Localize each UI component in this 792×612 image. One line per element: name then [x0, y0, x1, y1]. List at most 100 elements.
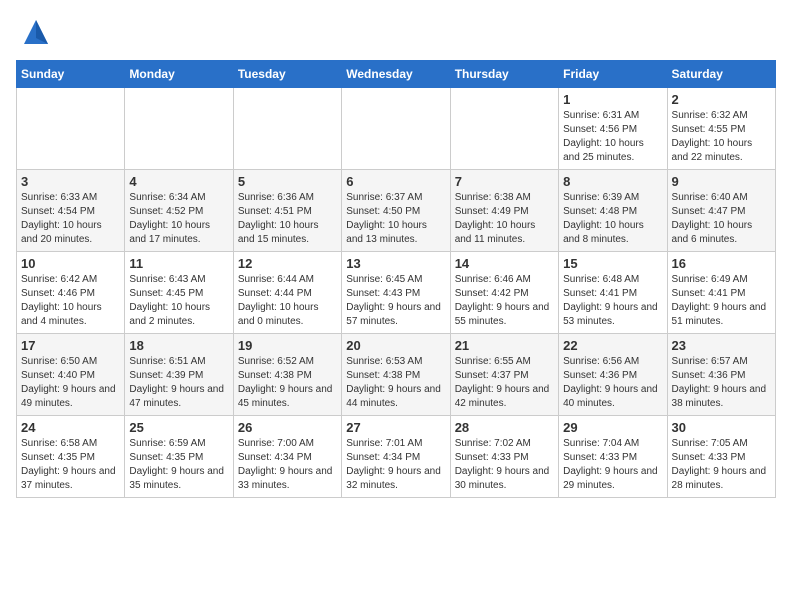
day-info: Sunrise: 6:43 AM Sunset: 4:45 PM Dayligh…	[129, 273, 228, 329]
day-number: 2	[672, 92, 771, 107]
day-cell: 25 Sunrise: 6:59 AM Sunset: 4:35 PM Dayli…	[125, 416, 233, 498]
day-number: 29	[563, 420, 662, 435]
day-cell	[125, 88, 233, 170]
day-cell: 26 Sunrise: 7:00 AM Sunset: 4:34 PM Dayli…	[233, 416, 341, 498]
day-cell: 10Sunrise: 6:42 AM Sunset: 4:46 PM Dayli…	[17, 252, 125, 334]
day-info: Sunrise: 6:52 AM Sunset: 4:38 PM Dayligh…	[238, 355, 337, 411]
day-number: 15	[563, 256, 662, 271]
day-cell: 4 Sunrise: 6:34 AM Sunset: 4:52 PM Daylig…	[125, 170, 233, 252]
day-cell: 18Sunrise: 6:51 AM Sunset: 4:39 PM Dayli…	[125, 334, 233, 416]
day-cell	[450, 88, 558, 170]
day-cell: 23 Sunrise: 6:57 AM Sunset: 4:36 PM Dayli…	[667, 334, 775, 416]
day-info: Sunrise: 6:59 AM Sunset: 4:35 PM Dayligh…	[129, 437, 228, 493]
day-cell: 3 Sunrise: 6:33 AM Sunset: 4:54 PM Daylig…	[17, 170, 125, 252]
day-number: 6	[346, 174, 445, 189]
day-number: 11	[129, 256, 228, 271]
day-cell: 8 Sunrise: 6:39 AM Sunset: 4:48 PM Daylig…	[559, 170, 667, 252]
day-cell: 14 Sunrise: 6:46 AM Sunset: 4:42 PM Dayli…	[450, 252, 558, 334]
day-info: Sunrise: 6:44 AM Sunset: 4:44 PM Dayligh…	[238, 273, 337, 329]
day-info: Sunrise: 6:45 AM Sunset: 4:43 PM Dayligh…	[346, 273, 445, 329]
day-number: 17	[21, 338, 120, 353]
day-info: Sunrise: 7:05 AM Sunset: 4:33 PM Dayligh…	[672, 437, 771, 493]
day-info: Sunrise: 6:33 AM Sunset: 4:54 PM Dayligh…	[21, 191, 120, 247]
header-cell-wednesday: Wednesday	[342, 61, 450, 88]
day-number: 23	[672, 338, 771, 353]
page-header	[16, 16, 776, 48]
day-info: Sunrise: 6:53 AM Sunset: 4:38 PM Dayligh…	[346, 355, 445, 411]
day-cell: 22Sunrise: 6:56 AM Sunset: 4:36 PM Dayli…	[559, 334, 667, 416]
day-info: Sunrise: 6:34 AM Sunset: 4:52 PM Dayligh…	[129, 191, 228, 247]
day-cell: 11 Sunrise: 6:43 AM Sunset: 4:45 PM Dayli…	[125, 252, 233, 334]
day-cell: 24 Sunrise: 6:58 AM Sunset: 4:35 PM Dayli…	[17, 416, 125, 498]
day-info: Sunrise: 6:50 AM Sunset: 4:40 PM Dayligh…	[21, 355, 120, 411]
week-row-2: 3 Sunrise: 6:33 AM Sunset: 4:54 PM Daylig…	[17, 170, 776, 252]
day-info: Sunrise: 6:38 AM Sunset: 4:49 PM Dayligh…	[455, 191, 554, 247]
day-number: 4	[129, 174, 228, 189]
header-cell-tuesday: Tuesday	[233, 61, 341, 88]
day-number: 27	[346, 420, 445, 435]
week-row-5: 24 Sunrise: 6:58 AM Sunset: 4:35 PM Dayli…	[17, 416, 776, 498]
day-info: Sunrise: 6:32 AM Sunset: 4:55 PM Dayligh…	[672, 109, 771, 165]
day-number: 30	[672, 420, 771, 435]
day-number: 19	[238, 338, 337, 353]
day-info: Sunrise: 6:49 AM Sunset: 4:41 PM Dayligh…	[672, 273, 771, 329]
day-info: Sunrise: 6:58 AM Sunset: 4:35 PM Dayligh…	[21, 437, 120, 493]
week-row-1: 1 Sunrise: 6:31 AM Sunset: 4:56 PM Daylig…	[17, 88, 776, 170]
week-row-3: 10Sunrise: 6:42 AM Sunset: 4:46 PM Dayli…	[17, 252, 776, 334]
day-number: 14	[455, 256, 554, 271]
day-info: Sunrise: 6:31 AM Sunset: 4:56 PM Dayligh…	[563, 109, 662, 165]
day-number: 18	[129, 338, 228, 353]
day-number: 8	[563, 174, 662, 189]
day-info: Sunrise: 6:56 AM Sunset: 4:36 PM Dayligh…	[563, 355, 662, 411]
day-cell: 16 Sunrise: 6:49 AM Sunset: 4:41 PM Dayli…	[667, 252, 775, 334]
day-cell: 6 Sunrise: 6:37 AM Sunset: 4:50 PM Daylig…	[342, 170, 450, 252]
header-cell-sunday: Sunday	[17, 61, 125, 88]
day-number: 20	[346, 338, 445, 353]
day-cell	[233, 88, 341, 170]
day-info: Sunrise: 6:57 AM Sunset: 4:36 PM Dayligh…	[672, 355, 771, 411]
day-number: 3	[21, 174, 120, 189]
day-info: Sunrise: 6:42 AM Sunset: 4:46 PM Dayligh…	[21, 273, 120, 329]
day-number: 12	[238, 256, 337, 271]
header-cell-saturday: Saturday	[667, 61, 775, 88]
day-cell	[342, 88, 450, 170]
day-cell: 20 Sunrise: 6:53 AM Sunset: 4:38 PM Dayli…	[342, 334, 450, 416]
header-cell-monday: Monday	[125, 61, 233, 88]
day-cell: 12 Sunrise: 6:44 AM Sunset: 4:44 PM Dayli…	[233, 252, 341, 334]
day-info: Sunrise: 6:39 AM Sunset: 4:48 PM Dayligh…	[563, 191, 662, 247]
day-cell: 9 Sunrise: 6:40 AM Sunset: 4:47 PM Daylig…	[667, 170, 775, 252]
day-number: 1	[563, 92, 662, 107]
day-cell: 17 Sunrise: 6:50 AM Sunset: 4:40 PM Dayli…	[17, 334, 125, 416]
day-info: Sunrise: 7:04 AM Sunset: 4:33 PM Dayligh…	[563, 437, 662, 493]
day-number: 13	[346, 256, 445, 271]
day-cell: 28Sunrise: 7:02 AM Sunset: 4:33 PM Dayli…	[450, 416, 558, 498]
day-cell: 13 Sunrise: 6:45 AM Sunset: 4:43 PM Dayli…	[342, 252, 450, 334]
header-cell-friday: Friday	[559, 61, 667, 88]
day-number: 26	[238, 420, 337, 435]
day-cell: 19 Sunrise: 6:52 AM Sunset: 4:38 PM Dayli…	[233, 334, 341, 416]
day-cell: 30 Sunrise: 7:05 AM Sunset: 4:33 PM Dayli…	[667, 416, 775, 498]
day-info: Sunrise: 6:48 AM Sunset: 4:41 PM Dayligh…	[563, 273, 662, 329]
day-info: Sunrise: 6:40 AM Sunset: 4:47 PM Dayligh…	[672, 191, 771, 247]
day-info: Sunrise: 6:46 AM Sunset: 4:42 PM Dayligh…	[455, 273, 554, 329]
calendar-table: SundayMondayTuesdayWednesdayThursdayFrid…	[16, 60, 776, 498]
day-number: 24	[21, 420, 120, 435]
day-number: 25	[129, 420, 228, 435]
week-row-4: 17 Sunrise: 6:50 AM Sunset: 4:40 PM Dayli…	[17, 334, 776, 416]
day-number: 21	[455, 338, 554, 353]
day-cell: 2 Sunrise: 6:32 AM Sunset: 4:55 PM Daylig…	[667, 88, 775, 170]
day-cell	[17, 88, 125, 170]
logo-icon	[20, 16, 52, 48]
header-row: SundayMondayTuesdayWednesdayThursdayFrid…	[17, 61, 776, 88]
day-cell: 15 Sunrise: 6:48 AM Sunset: 4:41 PM Dayli…	[559, 252, 667, 334]
day-info: Sunrise: 7:02 AM Sunset: 4:33 PM Dayligh…	[455, 437, 554, 493]
day-info: Sunrise: 7:00 AM Sunset: 4:34 PM Dayligh…	[238, 437, 337, 493]
day-number: 16	[672, 256, 771, 271]
day-number: 5	[238, 174, 337, 189]
day-cell: 5Sunrise: 6:36 AM Sunset: 4:51 PM Daylig…	[233, 170, 341, 252]
day-number: 9	[672, 174, 771, 189]
header-cell-thursday: Thursday	[450, 61, 558, 88]
day-cell: 7Sunrise: 6:38 AM Sunset: 4:49 PM Daylig…	[450, 170, 558, 252]
day-info: Sunrise: 6:55 AM Sunset: 4:37 PM Dayligh…	[455, 355, 554, 411]
day-info: Sunrise: 6:37 AM Sunset: 4:50 PM Dayligh…	[346, 191, 445, 247]
